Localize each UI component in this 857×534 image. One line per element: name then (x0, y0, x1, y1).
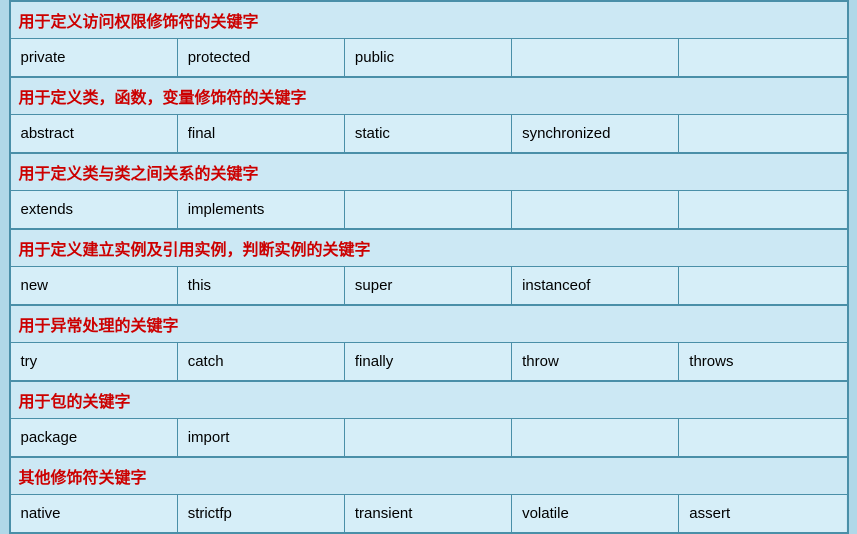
cell-0-0-3 (512, 39, 679, 76)
table-row: trycatchfinallythrowthrows (11, 343, 847, 381)
section-header-0: 用于定义访问权限修饰符的关键字 (11, 2, 847, 39)
cell-2-0-1: implements (178, 191, 345, 228)
cell-4-0-3: throw (512, 343, 679, 380)
keyword-table: 用于定义访问权限修饰符的关键字privateprotectedpublic用于定… (9, 0, 849, 534)
cell-6-0-4: assert (679, 495, 846, 532)
cell-2-0-2 (345, 191, 512, 228)
cell-2-0-4 (679, 191, 846, 228)
cell-4-0-4: throws (679, 343, 846, 380)
cell-3-0-2: super (345, 267, 512, 304)
section-header-2: 用于定义类与类之间关系的关键字 (11, 153, 847, 191)
cell-4-0-2: finally (345, 343, 512, 380)
cell-0-0-2: public (345, 39, 512, 76)
cell-6-0-2: transient (345, 495, 512, 532)
section-header-1: 用于定义类，函数，变量修饰符的关键字 (11, 77, 847, 115)
cell-1-0-2: static (345, 115, 512, 152)
table-row: newthissuperinstanceof (11, 267, 847, 305)
cell-0-0-0: private (11, 39, 178, 76)
cell-3-0-0: new (11, 267, 178, 304)
cell-0-0-1: protected (178, 39, 345, 76)
cell-2-0-0: extends (11, 191, 178, 228)
table-row: privateprotectedpublic (11, 39, 847, 77)
cell-3-0-4 (679, 267, 846, 304)
cell-1-0-0: abstract (11, 115, 178, 152)
cell-5-0-0: package (11, 419, 178, 456)
table-row: extendsimplements (11, 191, 847, 229)
cell-4-0-0: try (11, 343, 178, 380)
table-row: abstractfinalstaticsynchronized (11, 115, 847, 153)
cell-4-0-1: catch (178, 343, 345, 380)
cell-1-0-4 (679, 115, 846, 152)
section-header-5: 用于包的关键字 (11, 381, 847, 419)
section-header-6: 其他修饰符关键字 (11, 457, 847, 495)
table-row: packageimport (11, 419, 847, 457)
cell-3-0-1: this (178, 267, 345, 304)
cell-2-0-3 (512, 191, 679, 228)
cell-5-0-4 (679, 419, 846, 456)
cell-1-0-1: final (178, 115, 345, 152)
cell-5-0-3 (512, 419, 679, 456)
section-header-3: 用于定义建立实例及引用实例，判断实例的关键字 (11, 229, 847, 267)
cell-1-0-3: synchronized (512, 115, 679, 152)
cell-6-0-1: strictfp (178, 495, 345, 532)
cell-3-0-3: instanceof (512, 267, 679, 304)
cell-5-0-2 (345, 419, 512, 456)
cell-6-0-3: volatile (512, 495, 679, 532)
cell-5-0-1: import (178, 419, 345, 456)
cell-0-0-4 (679, 39, 846, 76)
table-row: nativestrictfptransientvolatileassert (11, 495, 847, 532)
section-header-4: 用于异常处理的关键字 (11, 305, 847, 343)
cell-6-0-0: native (11, 495, 178, 532)
